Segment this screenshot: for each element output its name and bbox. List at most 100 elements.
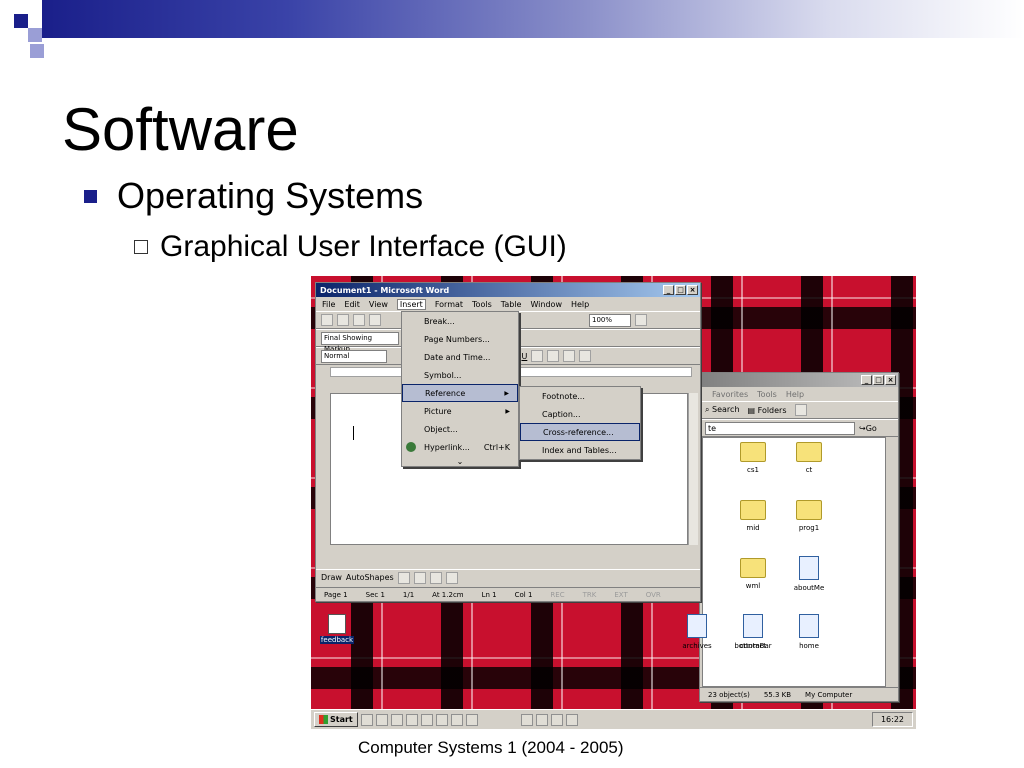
- menu-item-reference-label: Reference: [425, 388, 466, 398]
- minimize-icon[interactable]: _: [663, 285, 674, 295]
- menu-item-footnote[interactable]: Footnote...: [520, 387, 640, 405]
- start-label: Start: [330, 715, 353, 724]
- open-icon[interactable]: [337, 314, 349, 326]
- status-line: Ln 1: [481, 590, 497, 599]
- zoom-combo[interactable]: 100%: [589, 313, 631, 327]
- status-position: At 1.2cm: [432, 590, 464, 599]
- taskbar-window-icon[interactable]: [435, 713, 448, 726]
- maximize-icon[interactable]: □: [675, 285, 686, 295]
- menu-view[interactable]: View: [369, 300, 388, 309]
- file-archives[interactable]: archives: [669, 614, 725, 650]
- quicklaunch-icon[interactable]: [375, 713, 388, 726]
- rectangle-icon[interactable]: [413, 571, 426, 584]
- line-icon[interactable]: [397, 571, 410, 584]
- minimize-icon[interactable]: _: [861, 375, 872, 385]
- hollow-square-bullet-icon: [134, 240, 148, 254]
- status-column: Col 1: [514, 590, 533, 599]
- explorer-window[interactable]: _ □ × Favorites Tools Help ⌕ Search ▤ Fo…: [682, 372, 899, 702]
- html-file-icon: [799, 556, 819, 580]
- close-icon[interactable]: ×: [687, 285, 698, 295]
- oval-icon[interactable]: [429, 571, 442, 584]
- bullet-level-2-text: Graphical User Interface (GUI): [160, 230, 567, 263]
- menu-item-date-time[interactable]: Date and Time...: [402, 348, 518, 366]
- address-field[interactable]: te: [705, 421, 855, 435]
- align-left-icon[interactable]: [531, 350, 544, 362]
- menu-format[interactable]: Format: [435, 300, 463, 309]
- menu-help[interactable]: Help: [571, 300, 589, 309]
- quicklaunch-icon[interactable]: [360, 713, 373, 726]
- menu-insert[interactable]: Insert: [396, 298, 426, 310]
- file-home[interactable]: home: [781, 614, 837, 650]
- start-button[interactable]: Start: [314, 712, 358, 727]
- menu-file[interactable]: File: [322, 300, 335, 309]
- menu-item-object[interactable]: Object...: [402, 420, 518, 438]
- folder-prog1[interactable]: prog1: [781, 500, 837, 532]
- close-icon[interactable]: ×: [885, 375, 896, 385]
- quicklaunch-icon[interactable]: [405, 713, 418, 726]
- system-tray-icon[interactable]: [520, 713, 533, 726]
- menu-item-index-tables[interactable]: Index and Tables...: [520, 441, 640, 459]
- explorer-file-pane: cs1 ct mid prog1 wml aboutMe archives bo…: [682, 437, 886, 687]
- folders-button[interactable]: ▤ Folders: [748, 406, 787, 415]
- desktop-icon-feedback[interactable]: feedback: [317, 614, 357, 644]
- history-icon[interactable]: [794, 404, 807, 416]
- drawing-toolbar: Draw AutoShapes: [316, 569, 700, 585]
- explorer-menu-favorites[interactable]: Favorites: [712, 390, 748, 399]
- status-page: Page 1: [324, 590, 348, 599]
- menu-item-cross-reference[interactable]: Cross-reference...: [520, 423, 640, 441]
- system-tray-icon[interactable]: [550, 713, 563, 726]
- menu-item-page-numbers[interactable]: Page Numbers...: [402, 330, 518, 348]
- folder-mid[interactable]: mid: [725, 500, 781, 532]
- markup-combo[interactable]: Final Showing Markup: [321, 331, 399, 353]
- font-color-icon[interactable]: [579, 350, 592, 362]
- system-tray-icon[interactable]: [535, 713, 548, 726]
- save-icon[interactable]: [353, 314, 365, 326]
- explorer-menu-help[interactable]: Help: [786, 390, 804, 399]
- go-button[interactable]: ↪Go: [859, 424, 877, 433]
- textbox-icon[interactable]: [445, 571, 458, 584]
- menu-edit[interactable]: Edit: [344, 300, 360, 309]
- word-titlebar[interactable]: Document1 - Microsoft Word _ □ ×: [316, 283, 700, 297]
- menu-item-symbol[interactable]: Symbol...: [402, 366, 518, 384]
- taskbar-window-icon[interactable]: [465, 713, 478, 726]
- folder-icon: [796, 442, 822, 462]
- file-contact[interactable]: contact: [725, 614, 781, 650]
- document-icon: [328, 614, 346, 634]
- system-tray-icon[interactable]: [565, 713, 578, 726]
- status-pages: 1/1: [402, 590, 415, 599]
- file-aboutme[interactable]: aboutMe: [781, 556, 837, 592]
- explorer-titlebar[interactable]: _ □ ×: [700, 373, 898, 387]
- reference-submenu: Footnote... Caption... Cross-reference..…: [519, 386, 641, 460]
- folder-wml[interactable]: wml: [725, 558, 781, 590]
- maximize-icon[interactable]: □: [873, 375, 884, 385]
- bullets-icon[interactable]: [563, 350, 576, 362]
- print-icon[interactable]: [369, 314, 381, 326]
- explorer-menu-tools[interactable]: Tools: [757, 390, 777, 399]
- menu-item-caption[interactable]: Caption...: [520, 405, 640, 423]
- draw-menu[interactable]: Draw: [321, 573, 342, 582]
- folder-ct[interactable]: ct: [781, 442, 837, 474]
- taskbar-window-icon[interactable]: [420, 713, 433, 726]
- menu-item-reference[interactable]: Reference ▶: [402, 384, 518, 402]
- menu-item-hyperlink[interactable]: Hyperlink... Ctrl+K: [402, 438, 518, 456]
- bullet-level-2: Graphical User Interface (GUI): [134, 230, 567, 264]
- menu-tools[interactable]: Tools: [472, 300, 492, 309]
- menu-table[interactable]: Table: [501, 300, 522, 309]
- html-file-icon: [743, 614, 763, 638]
- underline-button[interactable]: U: [521, 352, 527, 361]
- help-icon[interactable]: [635, 314, 647, 326]
- style-combo[interactable]: Normal: [321, 349, 387, 363]
- menu-item-break[interactable]: Break...: [402, 312, 518, 330]
- folder-cs1[interactable]: cs1: [725, 442, 781, 474]
- autoshapes-menu[interactable]: AutoShapes: [346, 573, 394, 582]
- menu-expand-chevron[interactable]: ⌄: [402, 456, 518, 466]
- menu-item-picture[interactable]: Picture ▶: [402, 402, 518, 420]
- quicklaunch-icon[interactable]: [390, 713, 403, 726]
- align-center-icon[interactable]: [547, 350, 560, 362]
- new-icon[interactable]: [321, 314, 333, 326]
- taskbar-window-icon[interactable]: [450, 713, 463, 726]
- menu-window[interactable]: Window: [530, 300, 562, 309]
- search-button[interactable]: ⌕ Search: [705, 405, 740, 415]
- vertical-scrollbar[interactable]: [688, 393, 698, 545]
- folder-icon: [796, 500, 822, 520]
